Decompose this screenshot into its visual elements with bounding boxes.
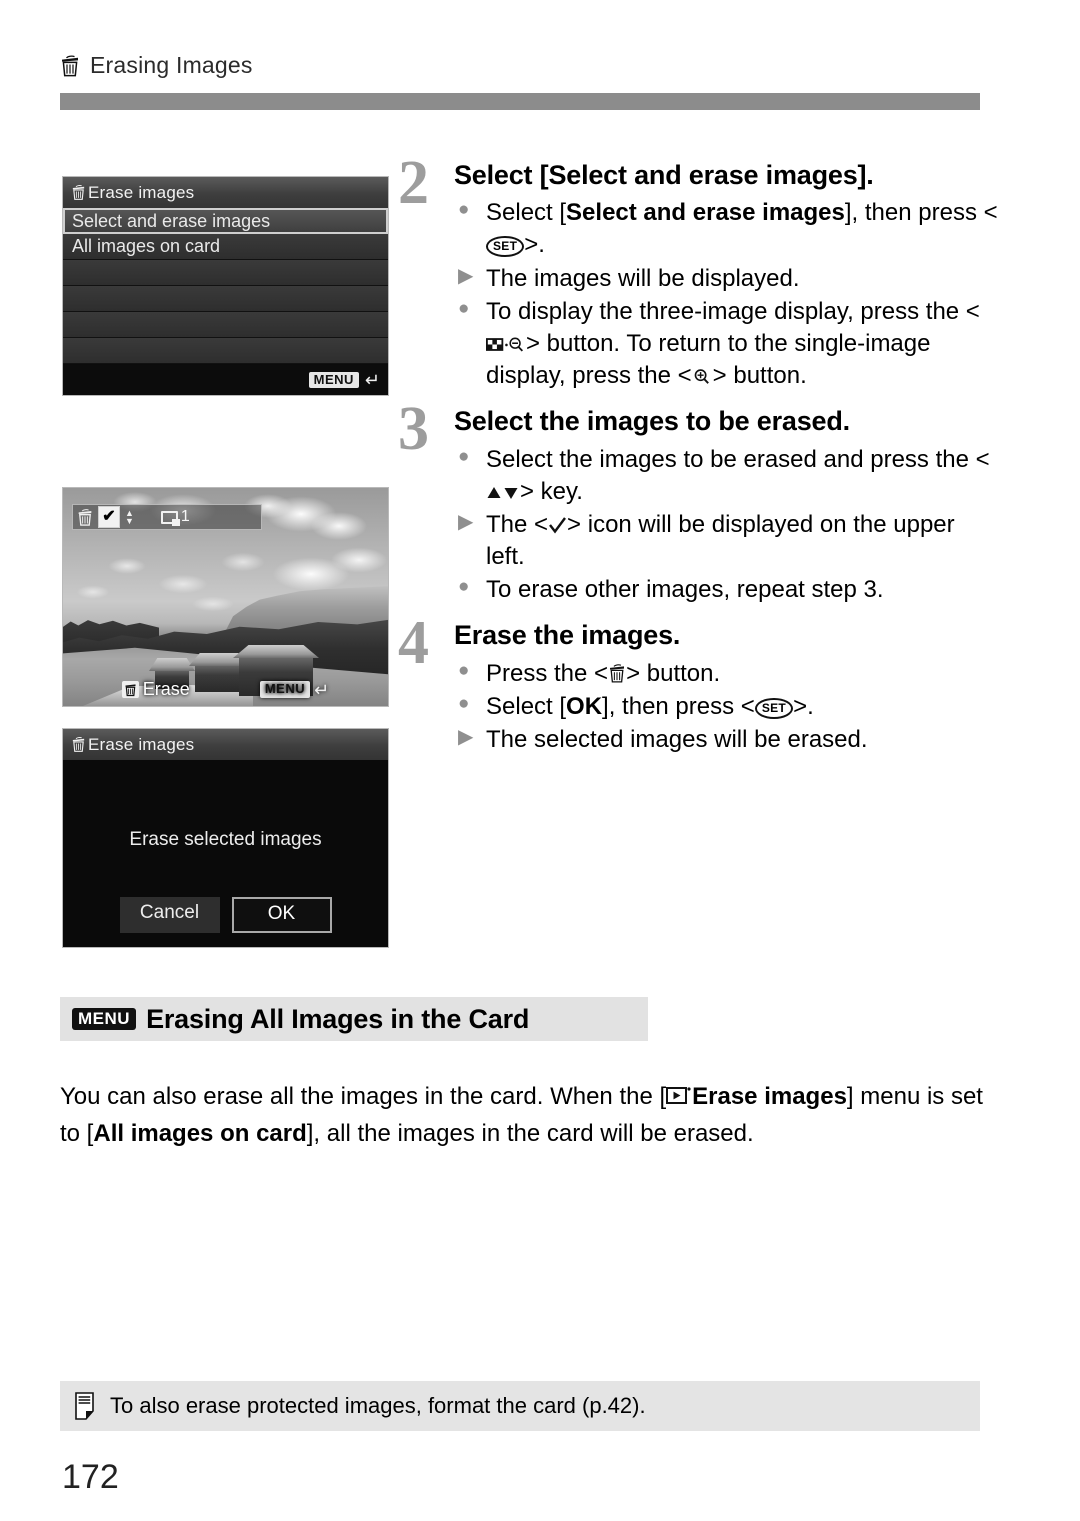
page-number: 172: [62, 1458, 119, 1496]
confirm-buttons: Cancel OK: [63, 897, 388, 933]
page-header-title: Erasing Images: [90, 52, 253, 78]
step-bullets: ● Select the images to be erased and pre…: [454, 444, 998, 607]
trash-icon: [71, 736, 86, 753]
menu-item-empty: [63, 260, 388, 286]
confirm-titlebar: Erase images: [63, 729, 388, 760]
bullet-item: ▶ The images will be displayed.: [454, 263, 998, 295]
bullet-dot-icon: ●: [458, 297, 470, 319]
section-paragraph: You can also erase all the images in the…: [60, 1083, 983, 1147]
bullet-item: ● To display the three-image display, pr…: [454, 296, 998, 392]
instruction-steps: 2 Select [Select and erase images]. ● Se…: [398, 152, 998, 764]
section-title: Erasing All Images in the Card: [146, 1003, 530, 1034]
erase-label: Erase: [142, 679, 190, 699]
bullet-dot-icon: ●: [458, 659, 470, 681]
bullet-text: The images will be displayed.: [486, 264, 800, 292]
step-4: 4 Erase the images. ● Press the < > butto…: [398, 612, 998, 756]
note-text: To also erase protected images, format t…: [110, 1393, 646, 1418]
bullet-item: ● Select the images to be erased and pre…: [454, 444, 998, 508]
bullet-dot-icon: ●: [458, 692, 470, 714]
checkmark-icon: [548, 516, 567, 535]
up-down-arrows-icon: [486, 484, 520, 502]
checkmark-icon[interactable]: ✔: [98, 506, 120, 528]
set-button-icon: SET: [754, 697, 794, 719]
trash-icon: [608, 663, 626, 684]
menu-item-all-images-on-card[interactable]: All images on card: [63, 234, 388, 260]
menu-item-empty: [63, 286, 388, 312]
note-box: To also erase protected images, format t…: [60, 1381, 980, 1431]
step-title: Select the images to be erased.: [454, 406, 850, 437]
step-2: 2 Select [Select and erase images]. ● Se…: [398, 152, 998, 392]
bullet-text: To erase other images, repeat step 3.: [486, 576, 884, 604]
cancel-button[interactable]: Cancel: [119, 897, 220, 933]
ok-button[interactable]: OK: [231, 897, 332, 933]
set-button-icon: SET: [486, 236, 525, 258]
trash-icon: [77, 508, 93, 527]
return-arrow-icon: ↵: [364, 370, 380, 390]
bullet-text: Select the images to be erased and press…: [486, 445, 990, 505]
figure-image-selection-screen: ✔ ▲ ▼ 1 Erase MENU ↵: [62, 487, 389, 707]
bullet-item: ▶ The selected images will be erased.: [454, 724, 998, 756]
bullet-text: The < > icon will be displayed on the upp…: [486, 510, 955, 571]
trash-icon: [121, 681, 139, 698]
index-zoom-out-button-icon: [486, 335, 526, 354]
step-number: 4: [398, 609, 429, 678]
single-image-display-icon: [160, 510, 180, 526]
menu-button-badge: MENU: [308, 371, 359, 389]
bullet-text: The selected images will be erased.: [486, 725, 868, 753]
menu-item-select-and-erase-images[interactable]: Select and erase images: [63, 208, 388, 234]
bullet-dot-icon: ●: [458, 576, 470, 598]
bullet-text: To display the three-image display, pres…: [486, 297, 980, 390]
confirm-title-text: Erase images: [88, 734, 195, 754]
bullet-item: ▶ The < > icon will be displayed on the u…: [454, 509, 998, 573]
menu-item-label: All images on card: [72, 236, 221, 256]
bullet-item: ● To erase other images, repeat step 3.: [454, 574, 998, 606]
step-bullets: ● Select [Select and erase images], then…: [454, 197, 998, 392]
bullet-triangle-icon: ▶: [458, 725, 474, 748]
bullet-item: ● Select [Select and erase images], then…: [454, 197, 998, 261]
page-header: Erasing Images: [60, 52, 253, 79]
menu-hint: MENU ↵: [259, 679, 330, 700]
up-down-arrows-icon: ▲ ▼: [125, 508, 134, 526]
bullet-item: ● Press the < > button.: [454, 658, 998, 690]
erase-hint: Erase: [121, 679, 190, 700]
section-heading: MENU Erasing All Images in the Card: [60, 997, 648, 1041]
menu-button-badge: MENU: [72, 1007, 137, 1031]
bullet-text: Press the < > button.: [486, 659, 721, 687]
confirm-message: Erase selected images: [129, 828, 322, 850]
bullet-text: Select [OK], then press < SET >.: [486, 692, 814, 720]
menu-titlebar: Erase images: [63, 177, 388, 208]
menu-title-text: Erase images: [88, 182, 195, 202]
step-number: 2: [398, 149, 429, 217]
single-image-display-indicator: 1: [160, 508, 190, 526]
menu-rows: Select and erase images All images on ca…: [63, 208, 388, 364]
menu-button-badge: MENU: [259, 681, 311, 698]
menu-item-label: Select and erase images: [72, 210, 271, 231]
return-arrow-icon: ↵: [314, 679, 330, 700]
menu-item-empty: [63, 312, 388, 338]
step-title: Erase the images.: [454, 620, 681, 651]
playback-menu-icon: [666, 1085, 692, 1107]
note-icon: [74, 1391, 98, 1421]
trash-icon: [71, 184, 86, 201]
bullet-text: Select [Select and erase images], then p…: [486, 199, 998, 259]
bullet-triangle-icon: ▶: [458, 510, 474, 533]
trash-icon: [60, 54, 80, 78]
step-number: 3: [398, 395, 429, 464]
menu-footer: MENU ↵: [63, 365, 388, 395]
display-count: 1: [180, 508, 190, 525]
bullet-triangle-icon: ▶: [458, 264, 474, 287]
image-selection-overlay-bar: ✔ ▲ ▼ 1: [72, 504, 262, 530]
bullet-dot-icon: ●: [458, 199, 470, 221]
magnify-zoom-in-button-icon: [692, 367, 713, 386]
figure-erase-confirm-screen: Erase images Erase selected images Cance…: [62, 728, 389, 948]
step-title: Select [Select and erase images].: [454, 160, 874, 190]
menu-item-empty: [63, 338, 388, 364]
bullet-dot-icon: ●: [458, 445, 470, 467]
bullet-item: ● Select [OK], then press < SET >.: [454, 691, 998, 723]
header-rule: [60, 93, 980, 110]
step-bullets: ● Press the < > button. ● Select [OK], th…: [454, 658, 998, 756]
step-3: 3 Select the images to be erased. ● Sele…: [398, 398, 998, 607]
photo-bottom-bar: Erase MENU ↵: [63, 679, 388, 700]
figure-erase-images-menu-screen: Erase images Select and erase images All…: [62, 176, 389, 396]
